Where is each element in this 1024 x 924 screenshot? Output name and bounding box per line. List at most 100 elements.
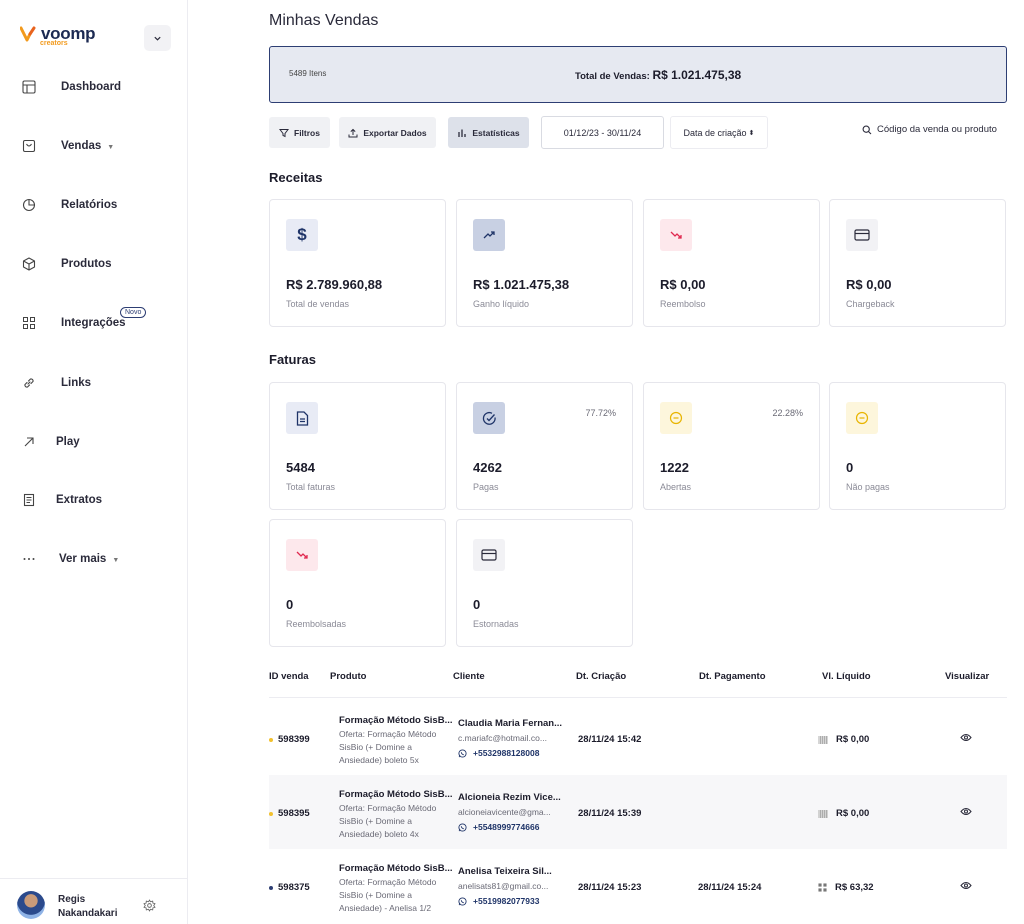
sidebar-item-dashboard[interactable]: Dashboard xyxy=(0,67,187,107)
client-name: Alcioneia Rezim Vice... xyxy=(458,792,561,803)
card-value: 0 xyxy=(846,460,854,475)
card-value: R$ 0,00 xyxy=(660,277,706,292)
table-row[interactable]: 598375 Formação Método SisB... Oferta: F… xyxy=(269,849,1007,923)
upload-icon xyxy=(348,128,358,137)
created-date: 28/11/24 15:39 xyxy=(578,808,642,819)
eye-icon[interactable] xyxy=(960,881,972,890)
card-value: 0 xyxy=(473,597,481,612)
shopping-bag-icon xyxy=(20,138,37,155)
status-dot xyxy=(269,885,273,890)
total-sales-value: R$ 1.021.475,38 xyxy=(652,68,742,82)
search-input[interactable]: Código da venda ou produto xyxy=(862,124,997,135)
column-header-product[interactable]: Produto xyxy=(330,671,366,682)
eye-icon[interactable] xyxy=(960,733,972,742)
boleto-icon xyxy=(818,735,828,744)
net-value: R$ 0,00 xyxy=(818,808,869,819)
pie-chart-icon xyxy=(20,197,37,214)
status-dot xyxy=(269,737,273,742)
product-offer: Oferta: Formação Método SisBio (+ Domine… xyxy=(339,877,437,913)
revenue-card-refund: R$ 0,00 Reembolso xyxy=(643,199,820,327)
export-data-button[interactable]: Exportar Dados xyxy=(339,117,436,148)
sidebar-item-ver-mais[interactable]: Ver mais ▼ xyxy=(0,539,187,579)
card-label: Total de vendas xyxy=(286,299,350,309)
card-label: Reembolsadas xyxy=(286,619,347,629)
card-label: Total faturas xyxy=(286,482,336,492)
layout-icon xyxy=(20,79,37,96)
check-circle-icon xyxy=(473,402,505,434)
product-name: Formação Método SisB... xyxy=(339,715,453,726)
column-header-net[interactable]: Vl. Líquido xyxy=(822,671,871,682)
minus-circle-icon xyxy=(660,402,692,434)
net-value: R$ 0,00 xyxy=(818,734,869,745)
sidebar-item-label: Relatórios xyxy=(61,199,118,211)
voomp-logo-icon xyxy=(20,26,36,42)
client-phone[interactable]: +5519982077933 xyxy=(458,896,539,906)
sidebar-item-links[interactable]: Links xyxy=(0,363,187,403)
revenue-card-net-gain: R$ 1.021.475,38 Ganho líquido xyxy=(456,199,633,327)
sidebar-item-integracoes[interactable]: Integrações Novo xyxy=(0,303,187,343)
sidebar-item-relatorios[interactable]: Relatórios xyxy=(0,185,187,225)
sales-summary-banner: 5489 Itens Total de Vendas: R$ 1.021.475… xyxy=(269,46,1007,103)
avatar xyxy=(17,891,45,919)
caret-down-icon: ▼ xyxy=(112,557,120,564)
sort-arrows-icon: ⬍ xyxy=(748,129,755,137)
chevron-down-icon xyxy=(154,36,161,41)
invoice-card-refunded: 0 Reembolsadas xyxy=(269,519,446,647)
gear-icon[interactable] xyxy=(143,899,156,912)
client-name: Claudia Maria Fernan... xyxy=(458,718,562,729)
column-header-id[interactable]: ID venda xyxy=(269,671,309,682)
product-offer: Oferta: Formação Método SisBio (+ Domine… xyxy=(339,729,437,765)
more-icon xyxy=(20,551,37,568)
column-header-created[interactable]: Dt. Criação xyxy=(576,671,626,682)
sidebar-item-vendas[interactable]: Vendas ▼ xyxy=(0,126,187,166)
file-text-icon xyxy=(286,402,318,434)
sort-by-select[interactable]: Data de criação ⬍ xyxy=(670,116,768,149)
statistics-button[interactable]: Estatísticas xyxy=(448,117,529,148)
pix-icon xyxy=(818,883,827,892)
filters-button[interactable]: Filtros xyxy=(269,117,330,148)
bar-chart-icon xyxy=(458,129,467,137)
client-email: anelisats81@gmail.co... xyxy=(458,881,549,891)
client-phone[interactable]: +5532988128008 xyxy=(458,748,539,758)
sale-id: 598399 xyxy=(269,734,310,745)
column-header-paid[interactable]: Dt. Pagamento xyxy=(699,671,766,682)
table-row[interactable]: 598399 Formação Método SisB... Oferta: F… xyxy=(269,701,1007,775)
paid-date: 28/11/24 15:24 xyxy=(698,882,762,893)
collapse-sidebar-button[interactable] xyxy=(144,25,171,51)
card-label: Reembolso xyxy=(660,299,706,309)
whatsapp-icon xyxy=(458,748,467,758)
status-dot xyxy=(269,811,273,816)
user-name: Regis Nakandakari xyxy=(58,894,118,919)
sidebar-item-produtos[interactable]: Produtos xyxy=(0,244,187,284)
user-profile[interactable]: Regis Nakandakari xyxy=(0,878,187,924)
sidebar-item-label: Ver mais ▼ xyxy=(59,553,120,565)
column-header-client[interactable]: Cliente xyxy=(453,671,485,682)
eye-icon[interactable] xyxy=(960,807,972,816)
card-value: R$ 0,00 xyxy=(846,277,892,292)
card-label: Pagas xyxy=(473,482,499,492)
sidebar-item-label: Play xyxy=(56,436,80,448)
card-value: 1222 xyxy=(660,460,689,475)
client-phone[interactable]: +5548999774666 xyxy=(458,822,539,832)
revenue-card-total-sales: $ R$ 2.789.960,88 Total de vendas xyxy=(269,199,446,327)
grid-icon xyxy=(20,315,37,332)
date-range-picker[interactable]: 01/12/23 - 30/11/24 xyxy=(541,116,664,149)
whatsapp-icon xyxy=(458,896,467,906)
card-percentage: 22.28% xyxy=(772,408,803,418)
invoice-card-unpaid: 0 Não pagas xyxy=(829,382,1006,510)
card-value: R$ 1.021.475,38 xyxy=(473,277,570,292)
client-name: Anelisa Teixeira Sil... xyxy=(458,866,552,877)
credit-card-icon xyxy=(473,539,505,571)
net-value: R$ 63,32 xyxy=(818,882,874,893)
card-label: Chargeback xyxy=(846,299,895,309)
sidebar-item-play[interactable]: Play xyxy=(0,422,187,462)
link-icon xyxy=(20,375,37,392)
voomp-logo[interactable]: voomp creators xyxy=(20,25,96,47)
invoice-card-open: 22.28% 1222 Abertas xyxy=(643,382,820,510)
table-row[interactable]: 598395 Formação Método SisB... Oferta: F… xyxy=(269,775,1007,849)
sidebar-item-extratos[interactable]: Extratos xyxy=(0,480,187,520)
caret-down-icon: ▼ xyxy=(107,144,115,151)
card-value: 5484 xyxy=(286,460,315,475)
brand-tagline: creators xyxy=(40,40,68,47)
card-label: Ganho líquido xyxy=(473,299,530,309)
